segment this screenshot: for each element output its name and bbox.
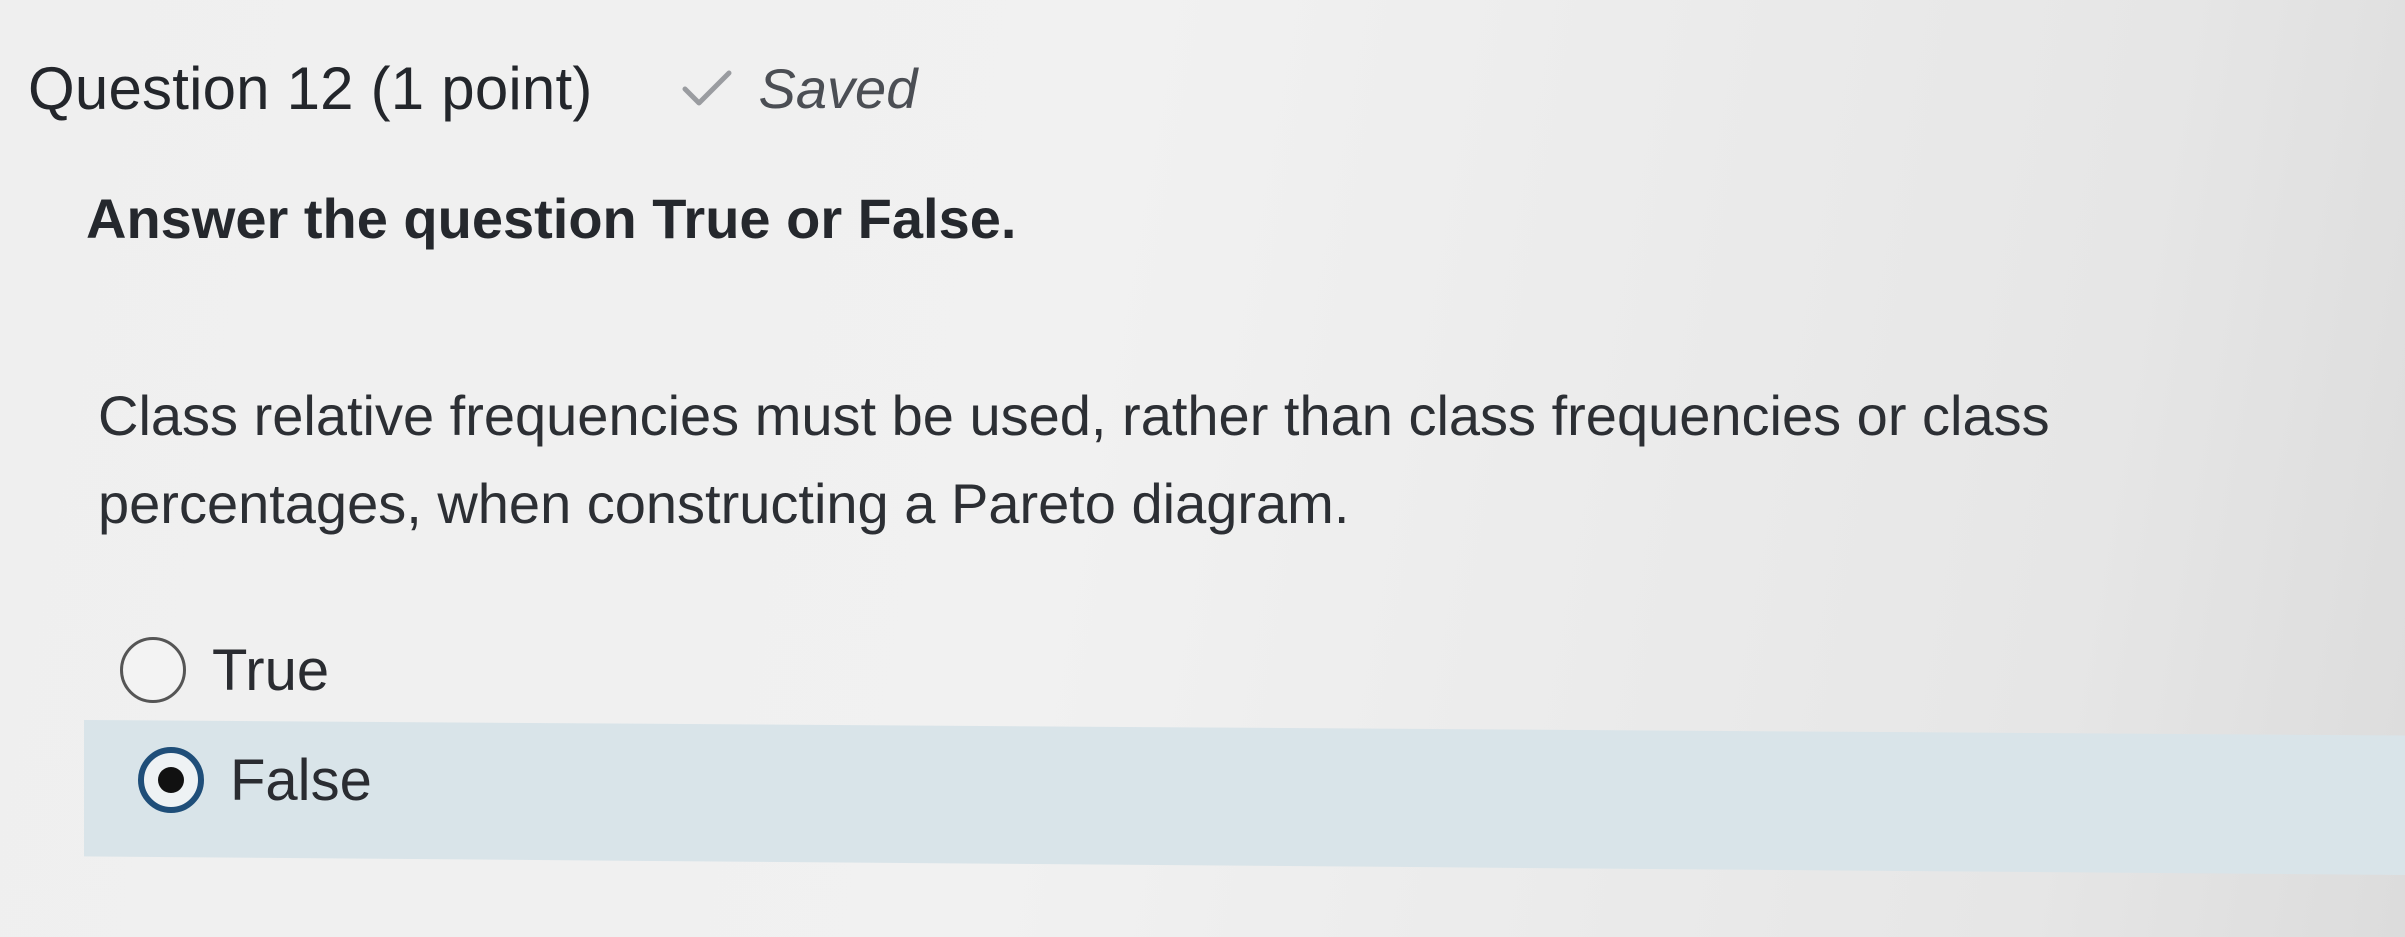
question-prompt: Class relative frequencies must be used,… <box>98 384 2050 535</box>
option-false[interactable]: False <box>138 730 372 830</box>
saved-status: Saved <box>681 56 918 121</box>
selected-option-highlight <box>84 720 2405 875</box>
check-icon <box>682 70 732 106</box>
radio-true[interactable] <box>120 637 186 703</box>
option-false-label: False <box>230 747 372 813</box>
question-instruction: Answer the question True or False. <box>86 187 1017 250</box>
question-header: Question 12 (1 point) Saved <box>28 48 917 128</box>
option-true[interactable]: True <box>120 620 329 720</box>
question-title: Question 12 (1 point) <box>28 54 593 122</box>
option-true-label: True <box>212 637 330 703</box>
radio-false-selected[interactable] <box>138 747 204 813</box>
saved-label: Saved <box>758 56 918 120</box>
